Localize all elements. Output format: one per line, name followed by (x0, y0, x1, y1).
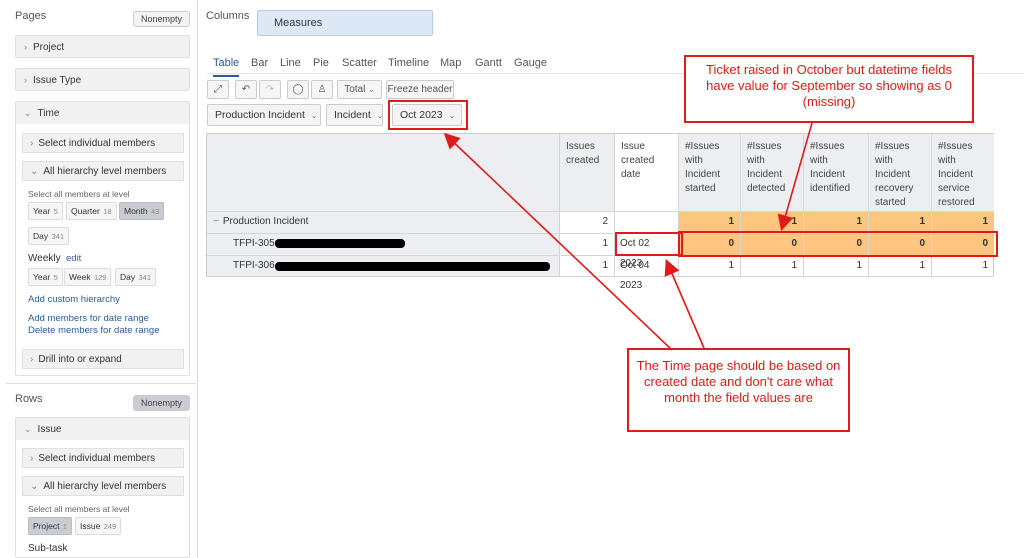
annotation-arrows (443, 122, 813, 351)
arrow-to-filter (443, 132, 673, 351)
arrow-to-date (664, 259, 705, 349)
arrow-to-zero (777, 122, 813, 232)
